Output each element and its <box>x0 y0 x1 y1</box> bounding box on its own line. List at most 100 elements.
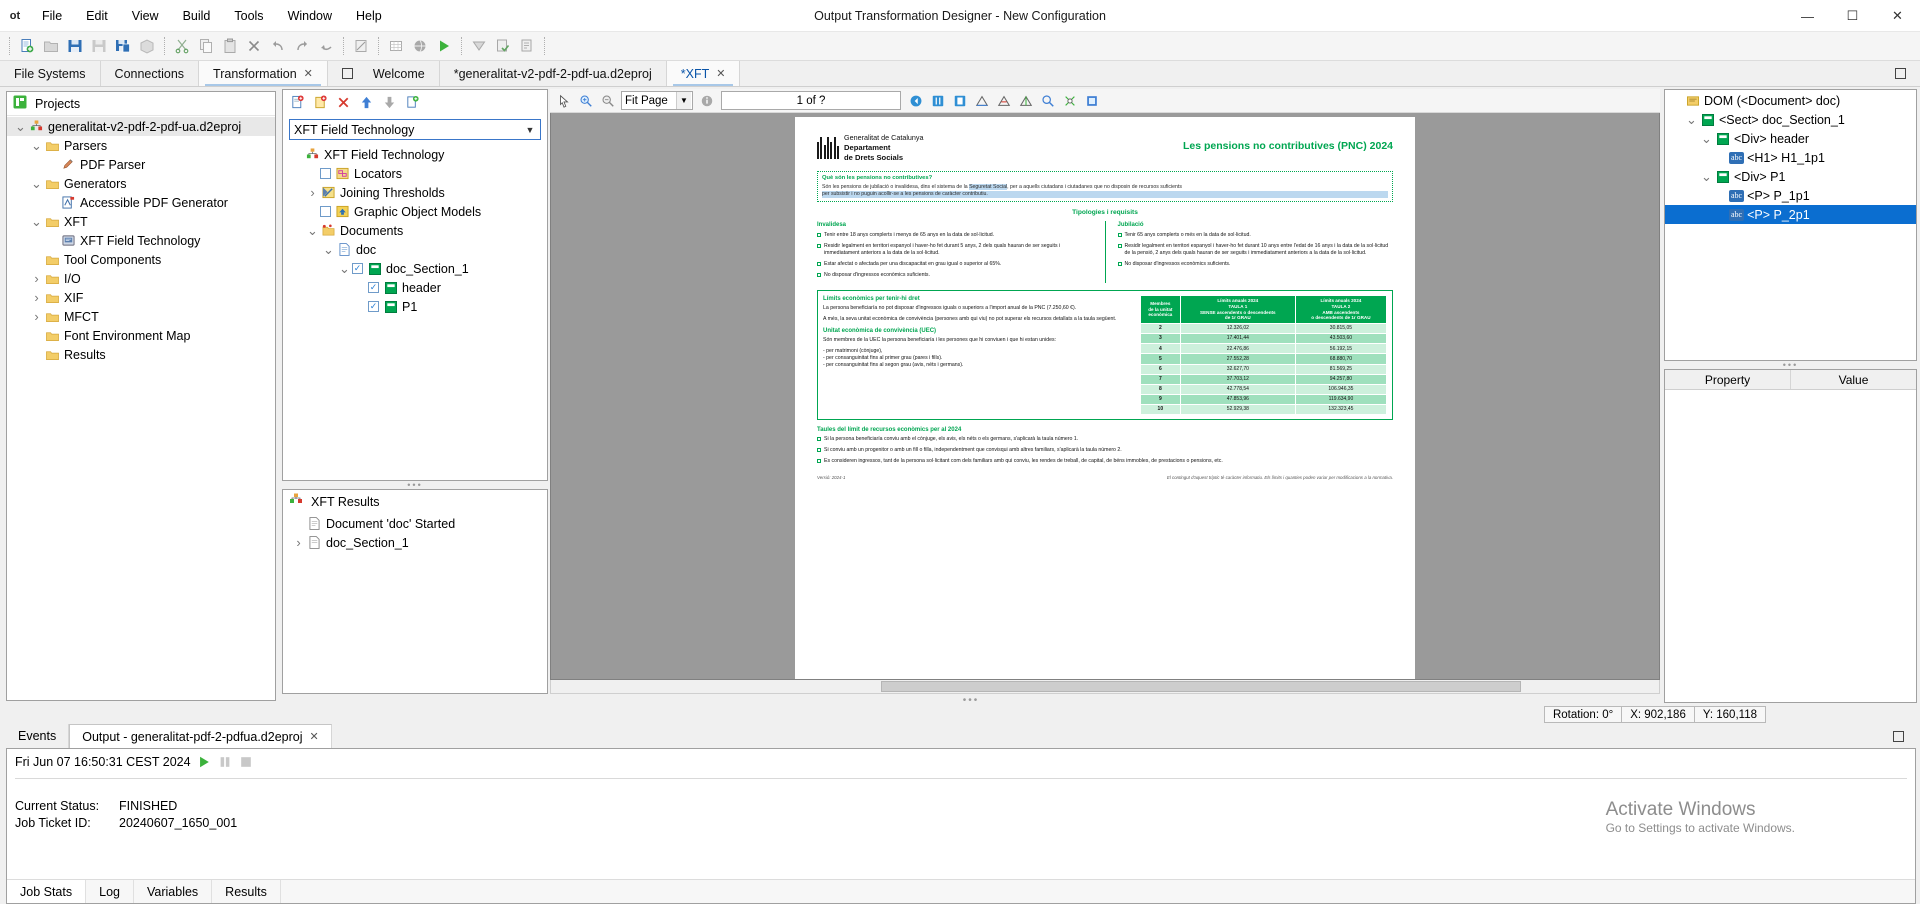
editor-tab-welcome[interactable]: Welcome <box>359 61 440 86</box>
menu-help[interactable]: Help <box>344 0 394 31</box>
console-tab-log[interactable]: Log <box>86 880 134 903</box>
minimize-button[interactable]: — <box>1785 0 1830 32</box>
dom-tree-item[interactable]: ⌄<Div> P1 <box>1665 167 1916 186</box>
chevron-down-icon[interactable]: ⌄ <box>1699 170 1714 183</box>
tree-item[interactable]: ✓P1 <box>283 297 547 316</box>
check-icon[interactable] <box>468 35 490 57</box>
tab-connections[interactable]: Connections <box>101 61 200 86</box>
export-icon[interactable] <box>1081 91 1102 111</box>
undo-icon[interactable] <box>267 35 289 57</box>
stop-icon[interactable] <box>239 754 254 769</box>
save-icon[interactable] <box>64 35 86 57</box>
console-tab-events[interactable]: Events <box>6 724 69 748</box>
console-tab-variables[interactable]: Variables <box>134 880 212 903</box>
restore-panel-button[interactable] <box>328 61 359 86</box>
save-as-icon[interactable] <box>88 35 110 57</box>
chevron-down-icon[interactable]: ▼ <box>676 92 691 109</box>
chevron-down-icon[interactable]: ⌄ <box>337 262 352 275</box>
dom-tree-item[interactable]: DOM (<Document> doc) <box>1665 91 1916 110</box>
menu-tools[interactable]: Tools <box>222 0 275 31</box>
chevron-down-icon[interactable]: ⌄ <box>1684 113 1699 126</box>
info-icon[interactable] <box>696 91 717 111</box>
tree-checkbox[interactable]: ✓ <box>368 301 379 312</box>
page-number-field[interactable]: 1 of ? <box>721 91 901 110</box>
console-tab-output[interactable]: Output - generalitat-pdf-2-pdfua.d2eproj… <box>69 724 332 748</box>
dom-tree-item[interactable]: abc<P> P_1p1 <box>1665 186 1916 205</box>
pause-icon[interactable] <box>218 754 233 769</box>
chevron-down-icon[interactable]: ⌄ <box>321 243 336 256</box>
tree-item[interactable]: ›XIF <box>7 288 275 307</box>
tab-transformation[interactable]: Transformation ✕ <box>199 61 328 86</box>
chevron-right-icon[interactable]: › <box>29 310 44 323</box>
dom-tree-item[interactable]: ⌄<Sect> doc_Section_1 <box>1665 110 1916 129</box>
property-column-header[interactable]: Property <box>1665 370 1791 389</box>
tree-item[interactable]: ⌄✓doc_Section_1 <box>283 259 547 278</box>
search-icon[interactable] <box>1037 91 1058 111</box>
tree-item[interactable]: Results <box>7 345 275 364</box>
console-maximize-button[interactable] <box>1881 724 1916 748</box>
new-note-icon[interactable] <box>310 92 331 112</box>
prev-page-icon[interactable] <box>927 91 948 111</box>
editor-maximize-button[interactable] <box>1881 61 1920 86</box>
ruler-icon[interactable] <box>993 91 1014 111</box>
tree-checkbox[interactable]: ✓ <box>368 282 379 293</box>
editor-console-splitter[interactable]: ••• <box>280 696 1662 705</box>
close-icon[interactable]: ✕ <box>716 67 725 80</box>
menu-edit[interactable]: Edit <box>74 0 120 31</box>
menu-file[interactable]: File <box>30 0 74 31</box>
dom-tree-item[interactable]: abc<H1> H1_1p1 <box>1665 148 1916 167</box>
menu-build[interactable]: Build <box>171 0 223 31</box>
tree-item[interactable]: ›I/O <box>7 269 275 288</box>
report-icon[interactable] <box>516 35 538 57</box>
close-button[interactable]: ✕ <box>1875 0 1920 32</box>
close-icon[interactable]: ✕ <box>304 67 313 80</box>
result-item[interactable]: Document 'doc' Started <box>283 514 547 533</box>
settings-icon[interactable] <box>1059 91 1080 111</box>
globe-icon[interactable] <box>409 35 431 57</box>
close-icon[interactable]: ✕ <box>310 730 319 743</box>
zoom-select[interactable]: Fit Page ▼ <box>621 91 693 110</box>
measure-icon[interactable] <box>971 91 992 111</box>
duplicate-icon[interactable] <box>402 92 423 112</box>
tree-item[interactable]: XFT Field Technology <box>283 145 547 164</box>
console-tab-results[interactable]: Results <box>212 880 281 903</box>
chevron-down-icon[interactable]: ▼ <box>522 125 538 135</box>
chevron-down-icon[interactable]: ⌄ <box>13 120 28 133</box>
tree-item[interactable]: Locators <box>283 164 547 183</box>
new-document-icon[interactable] <box>287 92 308 112</box>
dom-tree-item[interactable]: ⌄<Div> header <box>1665 129 1916 148</box>
menu-view[interactable]: View <box>120 0 171 31</box>
tree-item[interactable]: ⌄XFT <box>7 212 275 231</box>
tree-item[interactable]: Tool Components <box>7 250 275 269</box>
delete-icon[interactable] <box>243 35 265 57</box>
delete-red-x-icon[interactable] <box>333 92 354 112</box>
move-down-icon[interactable] <box>379 92 400 112</box>
maximize-button[interactable]: ☐ <box>1830 0 1875 32</box>
validate-icon[interactable] <box>492 35 514 57</box>
move-up-icon[interactable] <box>356 92 377 112</box>
pdf-viewport[interactable]: Generalitat de Catalunya Departament de … <box>550 113 1660 680</box>
value-column-header[interactable]: Value <box>1791 370 1916 389</box>
console-tab-job-stats[interactable]: Job Stats <box>7 880 86 903</box>
chevron-down-icon[interactable]: ⌄ <box>305 224 320 237</box>
tree-item[interactable]: ›MFCT <box>7 307 275 326</box>
xft-splitter[interactable]: ••• <box>282 481 548 489</box>
tree-item[interactable]: ✓header <box>283 278 547 297</box>
revert-icon[interactable] <box>315 35 337 57</box>
copy-icon[interactable] <box>195 35 217 57</box>
annotate-icon[interactable] <box>1015 91 1036 111</box>
grid-icon[interactable] <box>385 35 407 57</box>
redo-icon[interactable] <box>291 35 313 57</box>
tree-checkbox[interactable]: ✓ <box>352 263 363 274</box>
package-icon[interactable] <box>136 35 158 57</box>
xft-field-input[interactable]: XFT Field Technology ▼ <box>289 119 541 140</box>
save-all-icon[interactable] <box>112 35 134 57</box>
tree-item[interactable]: Accessible PDF Generator <box>7 193 275 212</box>
result-item[interactable]: ›doc_Section_1 <box>283 533 547 552</box>
tree-item[interactable]: ⌄Documents <box>283 221 547 240</box>
editor-tab-project[interactable]: *generalitat-v2-pdf-2-pdf-ua.d2eproj <box>440 61 667 86</box>
chevron-right-icon[interactable]: › <box>29 272 44 285</box>
tree-item[interactable]: Graphic Object Models <box>283 202 547 221</box>
dom-tree-item[interactable]: abc<P> P_2p1 <box>1665 205 1916 224</box>
open-folder-icon[interactable] <box>40 35 62 57</box>
